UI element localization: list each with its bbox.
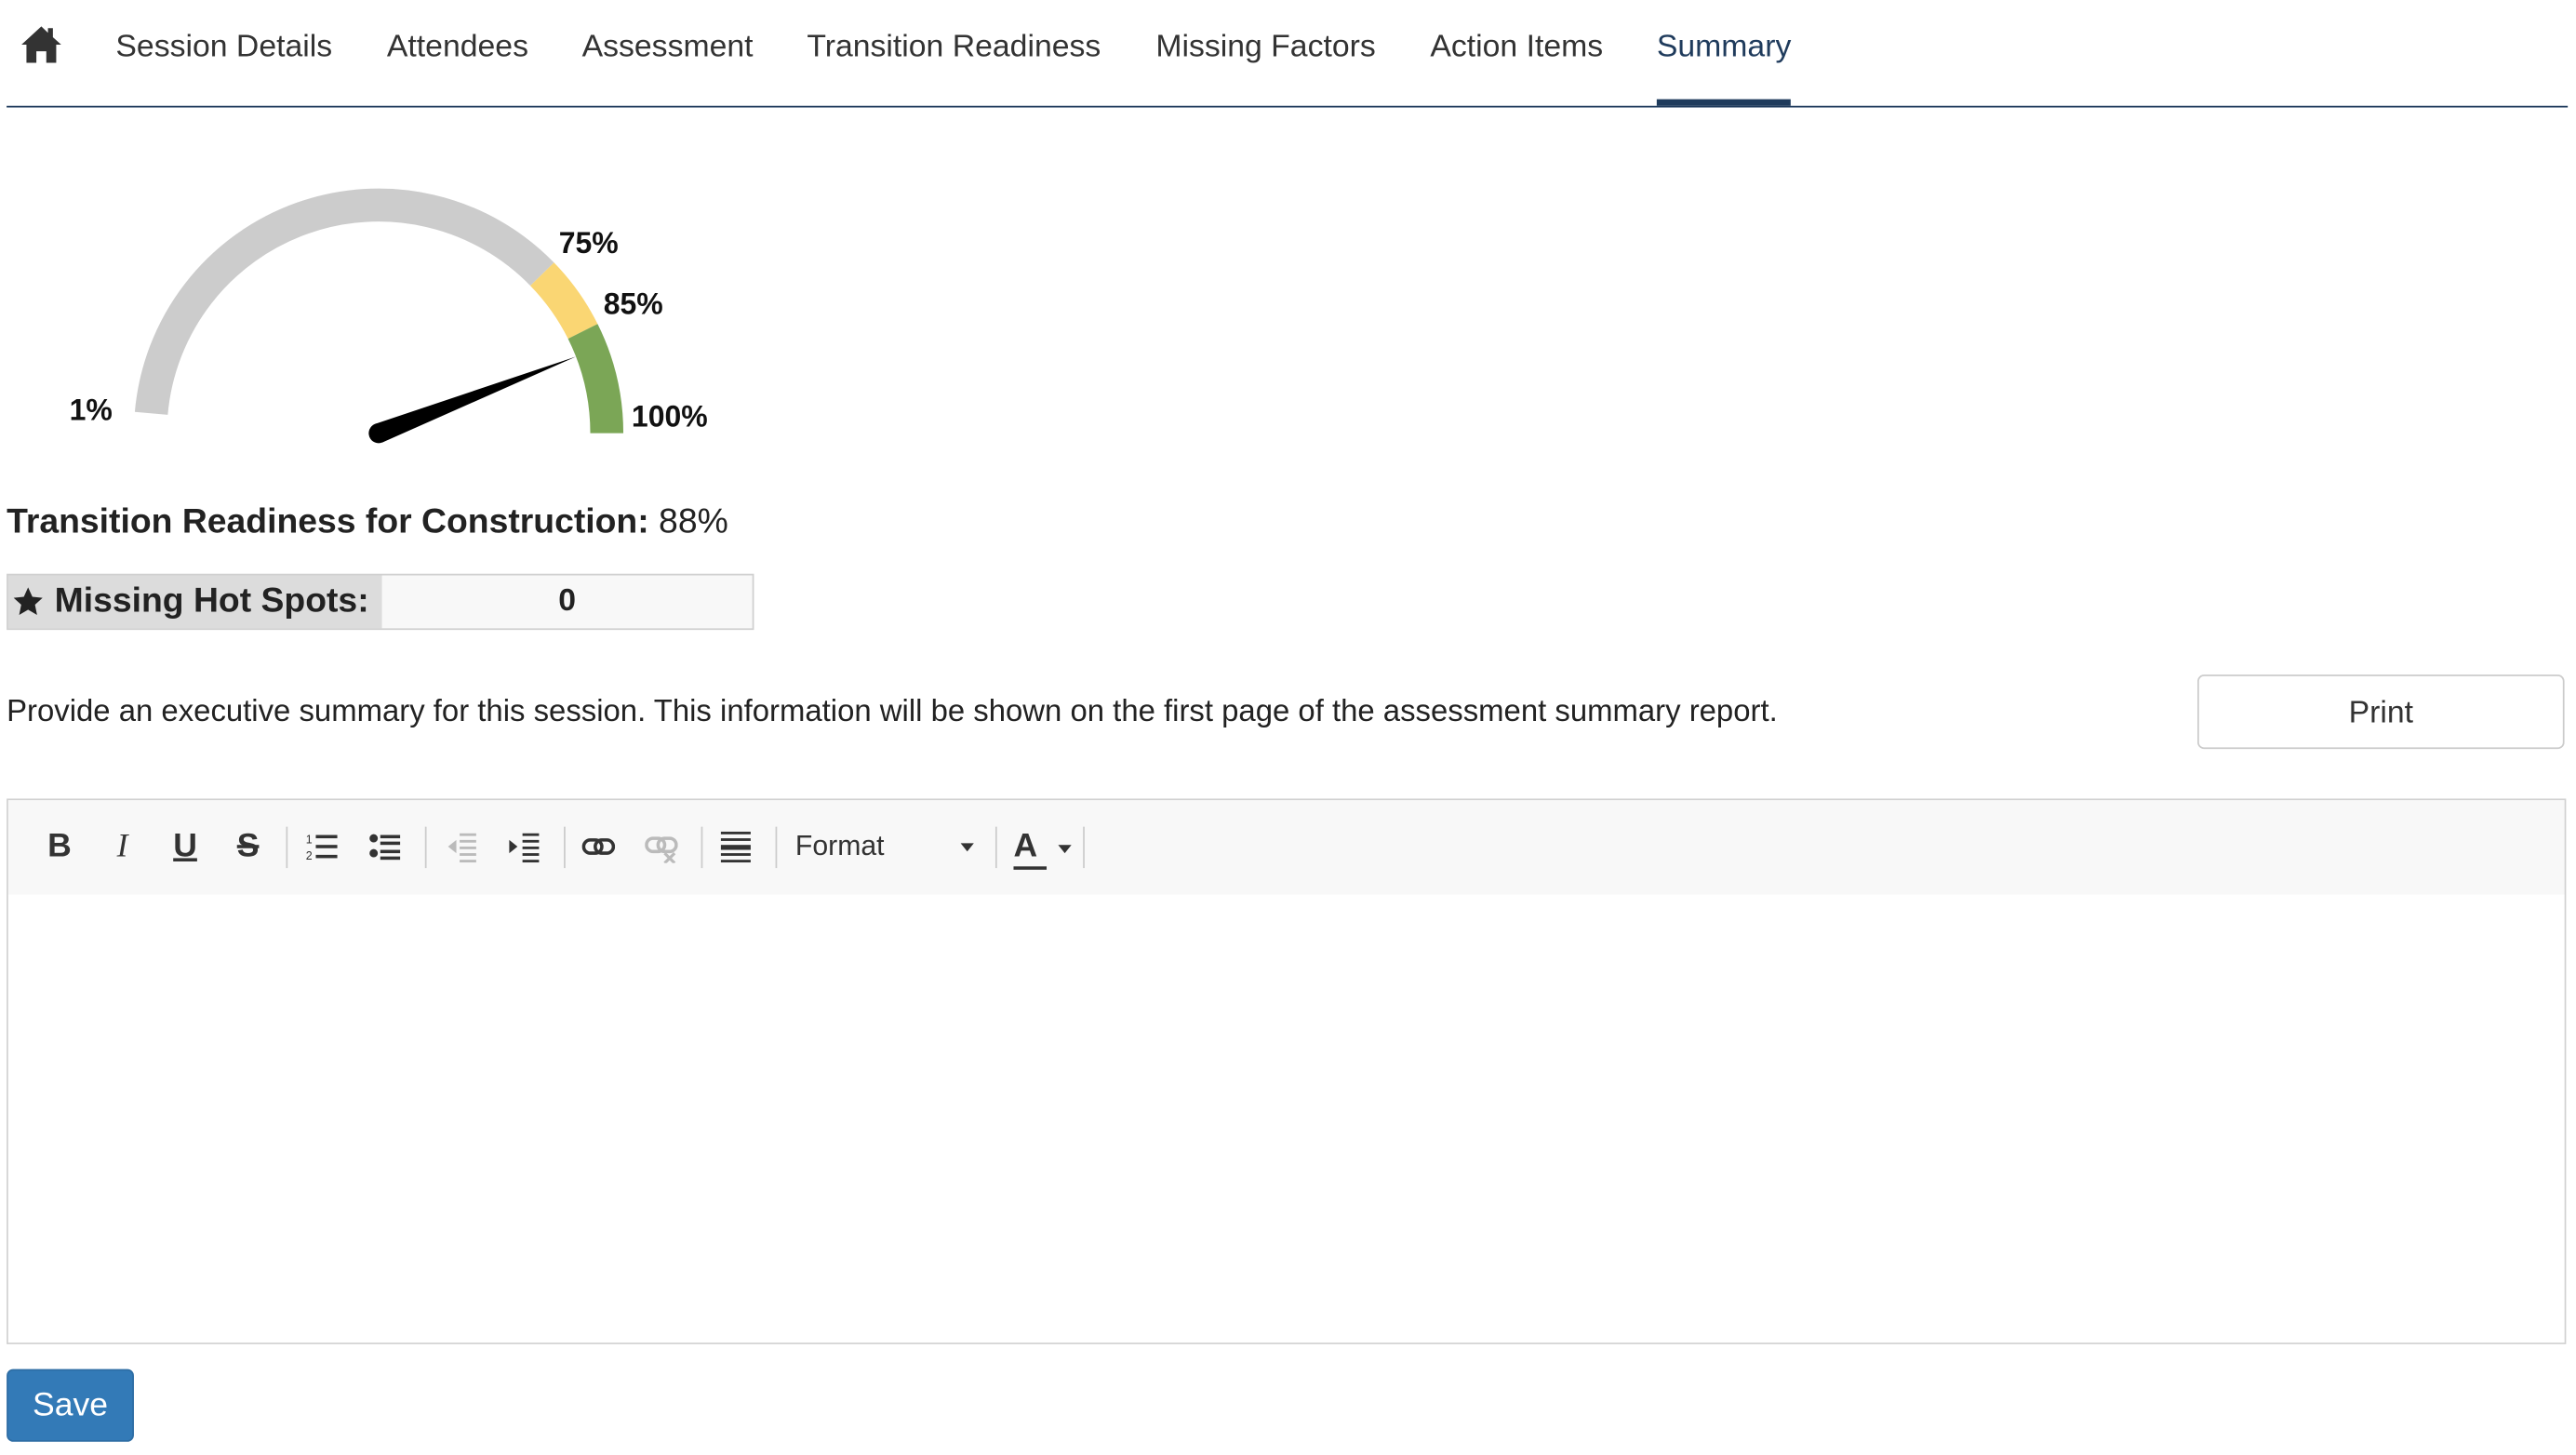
print-button[interactable]: Print xyxy=(2197,674,2565,750)
font-color-button[interactable]: A xyxy=(1007,823,1073,870)
gauge-zone-high xyxy=(567,324,624,434)
gauge-label-75: 75% xyxy=(559,226,619,260)
tab-assessment[interactable]: Assessment xyxy=(582,0,754,102)
format-dropdown-label: Format xyxy=(794,830,885,861)
tab-transition-readiness[interactable]: Transition Readiness xyxy=(807,0,1101,102)
toolbar-separator xyxy=(286,826,288,869)
home-tab[interactable] xyxy=(20,23,62,70)
chevron-down-icon xyxy=(1058,845,1072,854)
toolbar-separator xyxy=(994,826,997,869)
editor-toolbar: B I U S 1 2 Format A xyxy=(7,800,2565,897)
home-icon xyxy=(21,26,61,63)
summary-instructions: Provide an executive summary for this se… xyxy=(7,692,1778,728)
gauge-label-min: 1% xyxy=(70,393,113,426)
gauge-zone-low xyxy=(134,188,554,415)
bulleted-list-button[interactable] xyxy=(360,823,409,870)
outdent-icon xyxy=(447,833,476,863)
gauge-label-85: 85% xyxy=(604,287,663,321)
gauge-needle xyxy=(375,356,577,443)
link-button[interactable] xyxy=(574,823,623,870)
bold-button[interactable]: B xyxy=(34,823,84,870)
gauge-zone-medium xyxy=(529,262,598,340)
underline-icon: U xyxy=(173,828,197,865)
hot-spots-label: Missing Hot Spots: xyxy=(54,581,369,621)
gauge-label-max: 100% xyxy=(632,400,708,434)
underline-button[interactable]: U xyxy=(160,823,209,870)
readiness-value: 88% xyxy=(659,502,728,541)
font-color-icon: A xyxy=(1013,828,1038,865)
horizontal-rule-button[interactable] xyxy=(711,823,760,870)
unlink-button[interactable] xyxy=(636,823,686,870)
tab-attendees[interactable]: Attendees xyxy=(387,0,528,102)
save-button[interactable]: Save xyxy=(7,1368,134,1442)
readiness-gauge: 1% 75% 85% 100% xyxy=(70,188,708,444)
numbered-list-icon: 1 2 xyxy=(306,833,338,862)
toolbar-separator xyxy=(1083,826,1085,869)
tab-session-details[interactable]: Session Details xyxy=(115,0,332,102)
toolbar-separator xyxy=(701,826,703,869)
editor-content-area[interactable] xyxy=(7,894,2565,1343)
bulleted-list-icon xyxy=(369,834,401,861)
hot-spots-value: 0 xyxy=(558,583,577,619)
horizontal-rule-icon xyxy=(720,831,751,863)
outdent-button[interactable] xyxy=(436,823,486,870)
indent-button[interactable] xyxy=(500,823,549,870)
link-icon xyxy=(581,838,616,855)
format-dropdown[interactable]: Format xyxy=(795,823,984,870)
bold-icon: B xyxy=(47,828,72,865)
gauge-needle-hub xyxy=(368,422,389,444)
font-color-swatch xyxy=(1013,866,1048,870)
numbered-list-button[interactable]: 1 2 xyxy=(298,823,347,870)
readiness-line: Transition Readiness for Construction: 8… xyxy=(7,502,728,542)
chevron-down-icon xyxy=(960,843,974,852)
indent-icon xyxy=(509,833,540,863)
italic-button[interactable]: I xyxy=(98,823,147,870)
toolbar-separator xyxy=(424,826,427,869)
tab-action-items[interactable]: Action Items xyxy=(1430,0,1603,102)
svg-text:2: 2 xyxy=(306,849,313,862)
strikethrough-icon: S xyxy=(236,828,260,865)
readiness-label: Transition Readiness for Construction: xyxy=(7,502,649,541)
toolbar-separator xyxy=(775,826,778,869)
tab-missing-factors[interactable]: Missing Factors xyxy=(1155,0,1375,102)
unlink-icon xyxy=(645,836,678,863)
strikethrough-button[interactable]: S xyxy=(223,823,273,870)
italic-icon: I xyxy=(116,828,128,865)
missing-hot-spots: Missing Hot Spots: 0 xyxy=(7,573,754,631)
summary-editor: B I U S 1 2 Format A xyxy=(7,798,2567,1344)
tab-bar: Session Details Attendees Assessment Tra… xyxy=(7,0,2569,108)
toolbar-separator xyxy=(564,826,566,869)
tab-summary[interactable]: Summary xyxy=(1656,0,1792,106)
star-icon xyxy=(13,587,43,616)
svg-text:1: 1 xyxy=(306,833,313,846)
